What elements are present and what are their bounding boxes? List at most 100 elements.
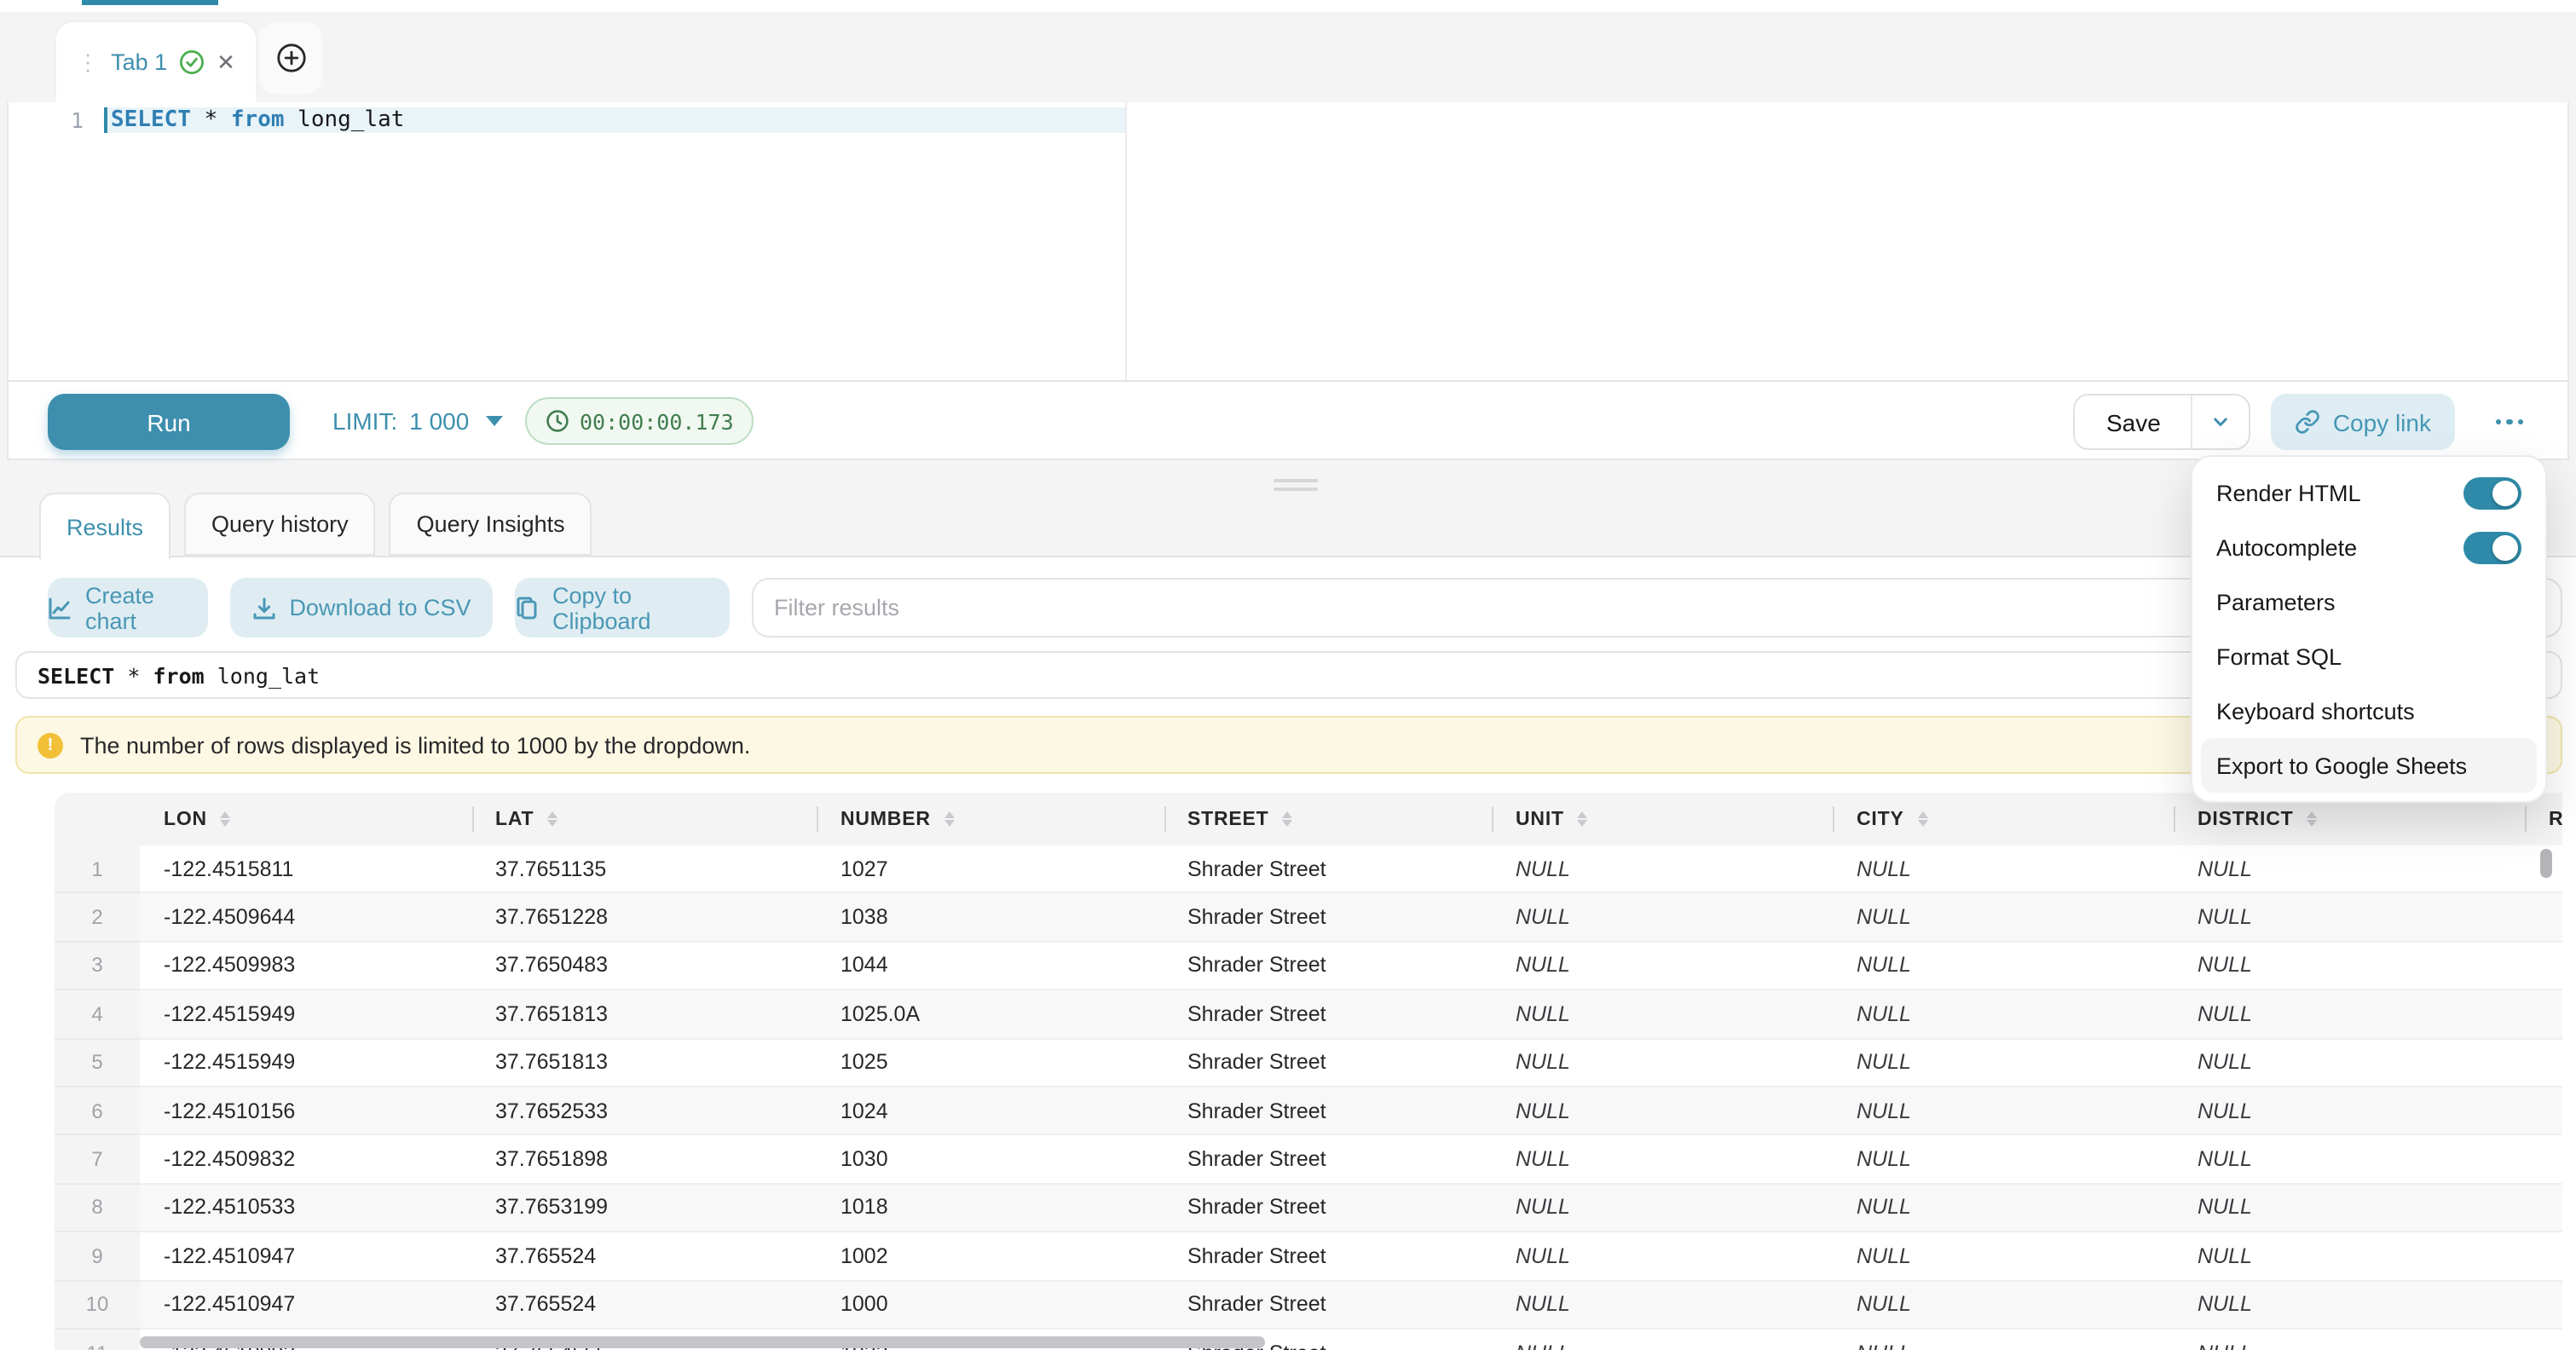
toggle-render-html-on[interactable] [2463,476,2521,509]
table-row[interactable]: 5-122.451594937.76518131025Shrader Stree… [55,1039,2562,1088]
cell-re[interactable] [2525,1184,2562,1232]
cell-lon[interactable]: -122.4510947 [140,1232,471,1281]
tab-query-insights[interactable]: Query Insights [390,493,592,556]
save-options-button[interactable] [2192,395,2250,448]
cell-re[interactable] [2525,1136,2562,1185]
cell-district[interactable]: NULL [2174,1281,2525,1330]
limit-dropdown[interactable]: LIMIT: 1 000 [332,382,503,460]
cell-unit[interactable]: NULL [1492,1136,1833,1185]
cell-district[interactable]: NULL [2174,990,2525,1039]
vertical-scrollbar-thumb[interactable] [2540,849,2552,878]
column-header-lat[interactable]: LAT [471,793,817,845]
menu-item-export-to-google-sheets[interactable]: Export to Google Sheets [2201,738,2537,793]
cell-street[interactable]: Shrader Street [1164,1184,1492,1232]
cell-district[interactable]: NULL [2174,1330,2525,1350]
close-tab-icon[interactable]: ✕ [217,49,235,76]
table-row[interactable]: 1-122.451581137.76511351027Shrader Stree… [55,845,2562,894]
cell-re[interactable] [2525,894,2562,943]
cell-unit[interactable]: NULL [1492,1088,1833,1136]
cell-street[interactable]: Shrader Street [1164,1232,1492,1281]
cell-number[interactable]: 1000 [817,1281,1164,1330]
column-header-number[interactable]: NUMBER [817,793,1164,845]
cell-city[interactable]: NULL [1833,990,2174,1039]
sort-icon[interactable] [1918,811,1928,828]
copy-link-button[interactable]: Copy link [2272,394,2455,450]
cell-street[interactable]: Shrader Street [1164,1281,1492,1330]
cell-unit[interactable]: NULL [1492,990,1833,1039]
cell-lon[interactable]: -122.4509644 [140,894,471,943]
cell-street[interactable]: Shrader Street [1164,1088,1492,1136]
cell-city[interactable]: NULL [1833,1330,2174,1350]
cell-district[interactable]: NULL [2174,1088,2525,1136]
cell-lon[interactable]: -122.4510947 [140,1281,471,1330]
sort-icon[interactable] [1578,811,1588,828]
cell-lat[interactable]: 37.7651228 [471,894,817,943]
table-row[interactable]: 7-122.450983237.76518981030Shrader Stree… [55,1136,2562,1185]
new-tab-button[interactable] [259,22,322,94]
sql-code-line[interactable]: SELECT * from long_lat [111,107,404,133]
table-row[interactable]: 9-122.451094737.7655241002Shrader Street… [55,1232,2562,1281]
cell-street[interactable]: Shrader Street [1164,845,1492,894]
cell-number[interactable]: 1024 [817,1088,1164,1136]
cell-city[interactable]: NULL [1833,894,2174,943]
cell-lon[interactable]: -122.4515811 [140,845,471,894]
table-row[interactable]: 2-122.450964437.76512281038Shrader Stree… [55,894,2562,943]
cell-number[interactable]: 1027 [817,845,1164,894]
sort-icon[interactable] [547,811,557,828]
menu-item-keyboard-shortcuts[interactable]: Keyboard shortcuts [2192,684,2545,738]
cell-re[interactable] [2525,1232,2562,1281]
cell-street[interactable]: Shrader Street [1164,894,1492,943]
cell-lon[interactable]: -122.4515949 [140,990,471,1039]
query-tab[interactable]: ⋮ Tab 1 ✕ [56,22,256,102]
cell-lon[interactable]: -122.4509832 [140,1136,471,1185]
column-header-street[interactable]: STREET [1164,793,1492,845]
cell-lat[interactable]: 37.7653199 [471,1184,817,1232]
table-row[interactable]: 10-122.451094737.7655241000Shrader Stree… [55,1281,2562,1330]
cell-lon[interactable]: -122.4510533 [140,1184,471,1232]
cell-re[interactable] [2525,1088,2562,1136]
cell-number[interactable]: 1025.0A [817,990,1164,1039]
cell-district[interactable]: NULL [2174,1232,2525,1281]
cell-unit[interactable]: NULL [1492,1232,1833,1281]
sort-icon[interactable] [944,811,955,828]
save-button[interactable]: Save [2076,395,2192,448]
column-header-unit[interactable]: UNIT [1492,793,1833,845]
tab-query-history[interactable]: Query history [184,493,376,556]
cell-street[interactable]: Shrader Street [1164,1039,1492,1088]
copy-clipboard-button[interactable]: Copy to Clipboard [515,578,730,638]
cell-unit[interactable]: NULL [1492,845,1833,894]
cell-number[interactable]: 1025 [817,1039,1164,1088]
cell-unit[interactable]: NULL [1492,1039,1833,1088]
cell-unit[interactable]: NULL [1492,943,1833,991]
table-row[interactable]: 8-122.451053337.76531991018Shrader Stree… [55,1184,2562,1232]
sort-icon[interactable] [221,811,231,828]
create-chart-button[interactable]: Create chart [48,578,208,638]
cell-lon[interactable]: -122.4510156 [140,1088,471,1136]
column-header-city[interactable]: CITY [1833,793,2174,845]
cell-city[interactable]: NULL [1833,845,2174,894]
cell-number[interactable]: 1038 [817,894,1164,943]
download-csv-button[interactable]: Download to CSV [230,578,493,638]
cell-re[interactable] [2525,1330,2562,1350]
menu-item-render-html[interactable]: Render HTML [2192,465,2545,520]
cell-lat[interactable]: 37.7651135 [471,845,817,894]
cell-lon[interactable]: -122.4509983 [140,943,471,991]
cell-lat[interactable]: 37.765524 [471,1281,817,1330]
cell-lat[interactable]: 37.7651898 [471,1136,817,1185]
cell-city[interactable]: NULL [1833,1039,2174,1088]
cell-number[interactable]: 1044 [817,943,1164,991]
cell-street[interactable]: Shrader Street [1164,990,1492,1039]
column-header-lon[interactable]: LON [140,793,471,845]
sort-icon[interactable] [1283,811,1293,828]
cell-lat[interactable]: 37.7651813 [471,1039,817,1088]
cell-unit[interactable]: NULL [1492,894,1833,943]
cell-unit[interactable]: NULL [1492,1184,1833,1232]
menu-item-format-sql[interactable]: Format SQL [2192,629,2545,684]
cell-re[interactable] [2525,1281,2562,1330]
more-options-button[interactable] [2475,394,2544,450]
cell-district[interactable]: NULL [2174,894,2525,943]
cell-number[interactable]: 1002 [817,1232,1164,1281]
panel-resize-handle[interactable] [1274,479,1318,496]
cell-re[interactable] [2525,1039,2562,1088]
cell-city[interactable]: NULL [1833,943,2174,991]
